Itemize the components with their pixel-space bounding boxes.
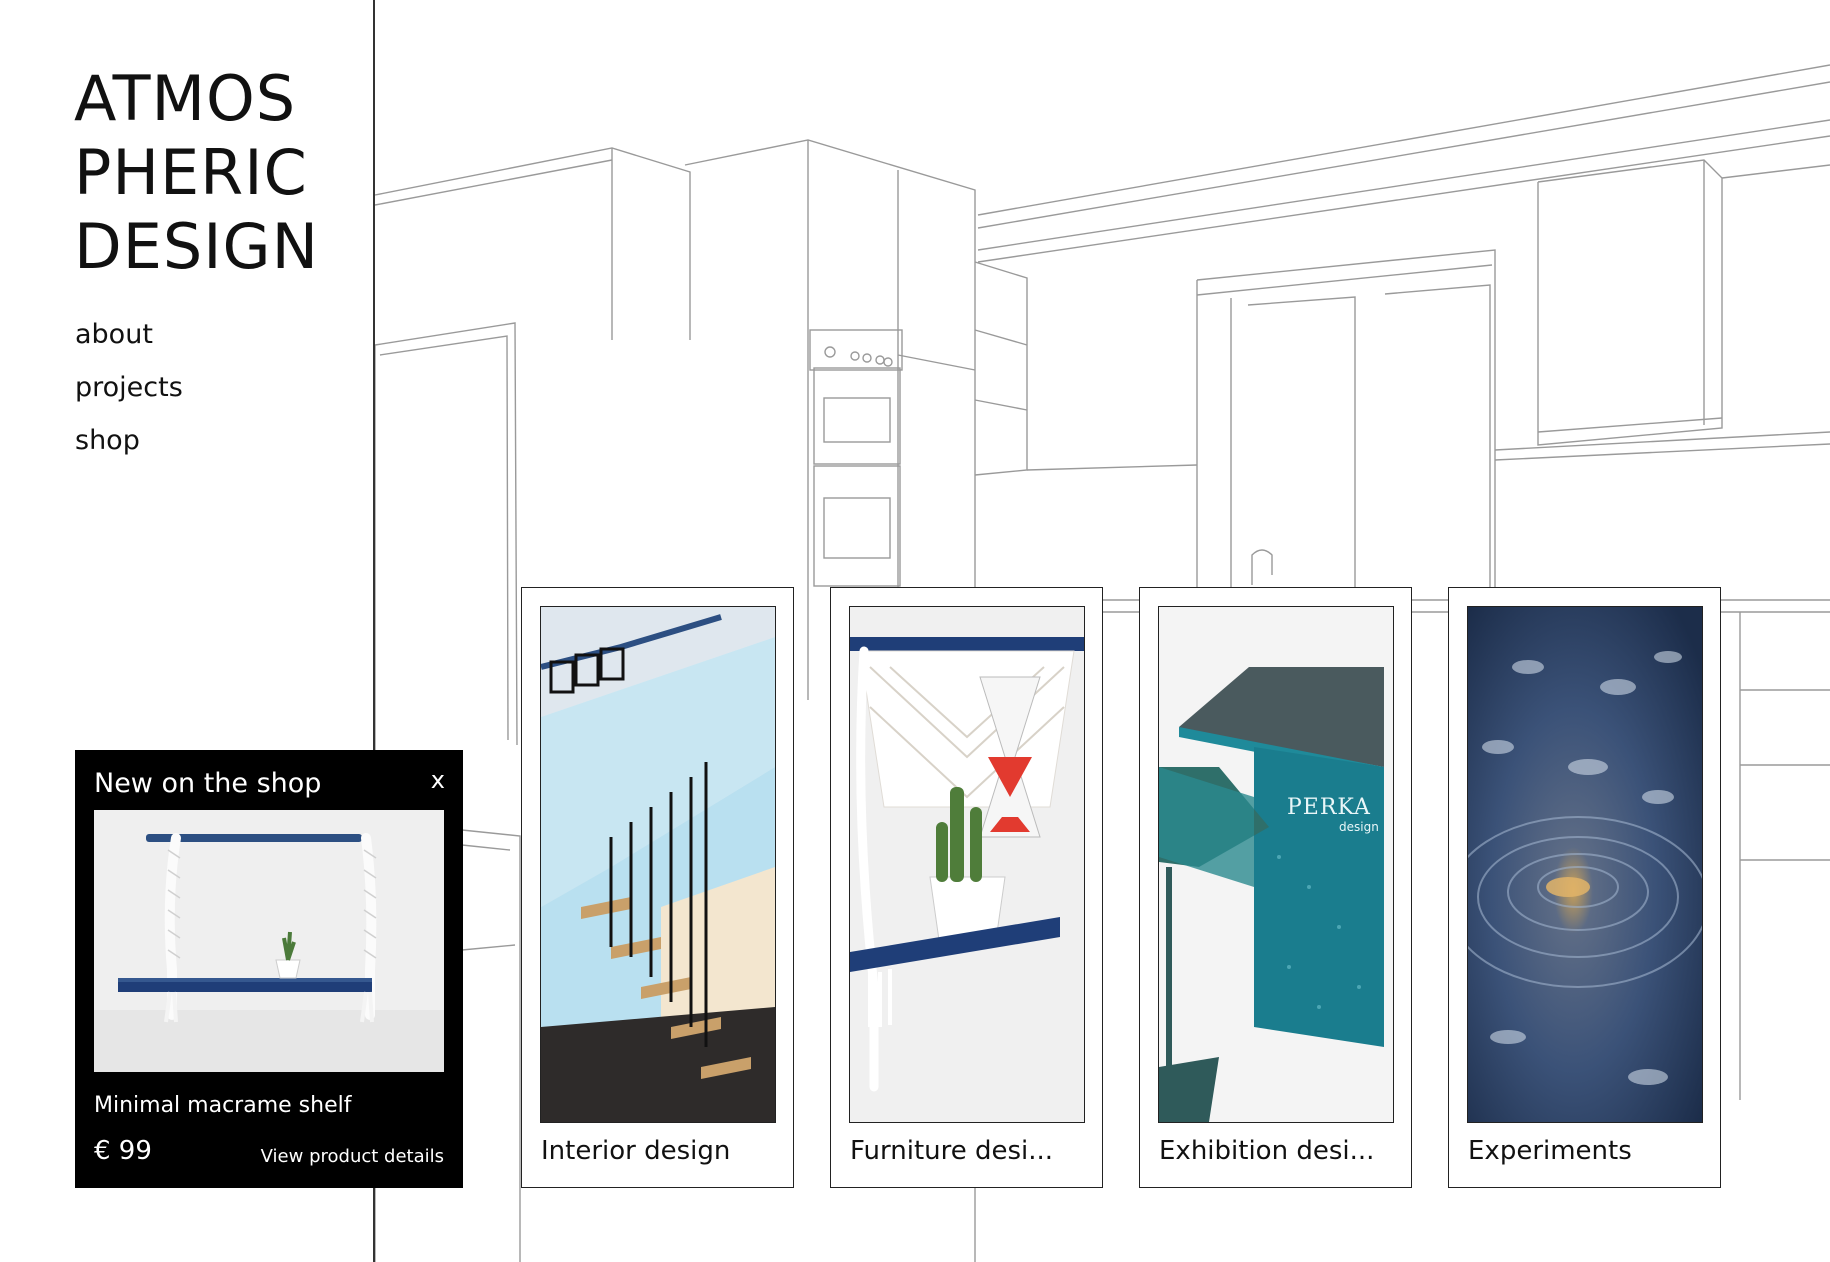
main-nav: about projects shop <box>75 308 183 467</box>
product-image[interactable] <box>94 810 444 1072</box>
staircase-photo <box>540 606 776 1123</box>
product-name[interactable]: Minimal macrame shelf <box>94 1093 351 1118</box>
category-label: Interior design <box>541 1136 731 1166</box>
category-card-exhibition-design[interactable]: PERKA design Exhibition desi... <box>1139 587 1412 1188</box>
nav-item-about[interactable]: about <box>75 308 183 361</box>
abstract-blue-photo <box>1467 606 1703 1123</box>
category-label: Experiments <box>1468 1136 1632 1166</box>
category-card-furniture-design[interactable]: Furniture desi... <box>830 587 1103 1188</box>
nav-item-shop[interactable]: shop <box>75 414 183 467</box>
macrame-shelf-photo <box>849 606 1085 1123</box>
perka-stand-photo: PERKA design <box>1158 606 1394 1123</box>
brand-logo-line-2: PHERIC <box>74 136 308 209</box>
category-label: Furniture desi... <box>850 1136 1054 1166</box>
close-icon[interactable]: x <box>431 766 445 794</box>
shop-popup: New on the shop x Minimal macrame shelf … <box>75 750 463 1188</box>
category-card-interior-design[interactable]: Interior design <box>521 587 794 1188</box>
category-label: Exhibition desi... <box>1159 1136 1375 1166</box>
nav-item-projects[interactable]: projects <box>75 361 183 414</box>
brand-logo[interactable]: ATMOS PHERIC DESIGN <box>74 62 319 284</box>
brand-logo-line-1: ATMOS <box>74 62 297 135</box>
perka-logo-text: PERKA <box>1287 795 1371 820</box>
category-card-experiments[interactable]: Experiments <box>1448 587 1721 1188</box>
shop-popup-title: New on the shop <box>94 768 322 799</box>
product-price: € 99 <box>94 1136 152 1166</box>
brand-logo-line-3: DESIGN <box>74 210 319 283</box>
perka-logo-subtext: design <box>1339 820 1379 834</box>
view-product-details-link[interactable]: View product details <box>261 1146 444 1167</box>
